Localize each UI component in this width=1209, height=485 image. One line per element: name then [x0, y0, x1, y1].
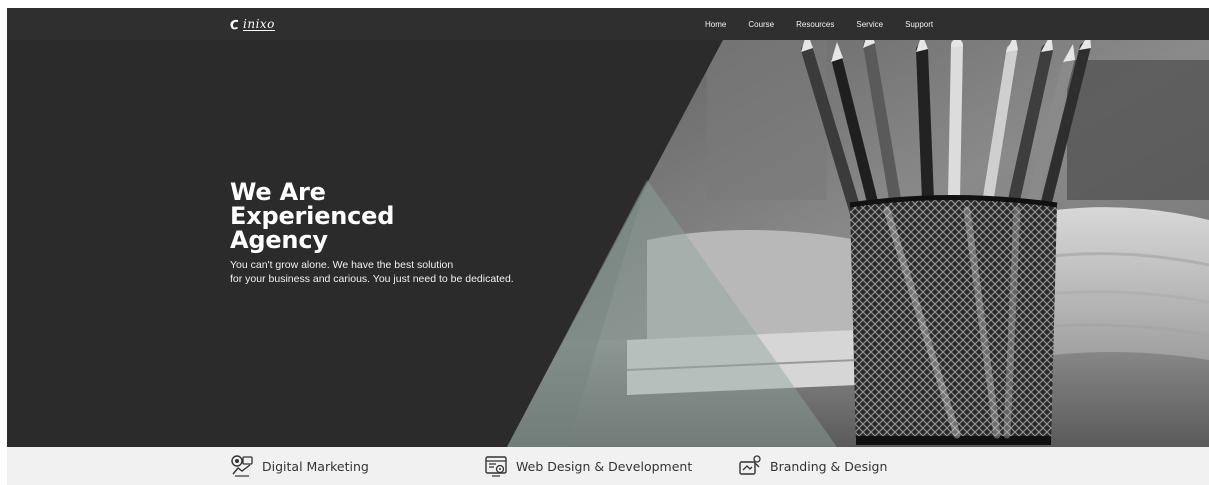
logo-mark-icon: [230, 19, 238, 29]
nav-service[interactable]: Service: [856, 20, 883, 29]
web-design-icon: [485, 456, 507, 477]
main-nav: Home Course Resources Service Support: [705, 8, 955, 40]
brand-logo[interactable]: inixo: [229, 14, 275, 34]
nav-home[interactable]: Home: [705, 20, 726, 29]
service-digital-marketing[interactable]: Digital Marketing: [230, 447, 369, 485]
hero-title: We Are Experienced Agency: [230, 180, 590, 252]
service-label: Branding & Design: [770, 458, 888, 474]
nav-course[interactable]: Course: [748, 20, 774, 29]
hero-section: We Are Experienced Agency You can't grow…: [7, 40, 1209, 447]
nav-resources[interactable]: Resources: [796, 20, 834, 29]
hero-description-line-2: for your business and carious. You just …: [230, 273, 514, 285]
hero-description-line-1: You can't grow alone. We have the best s…: [230, 259, 454, 271]
digital-marketing-icon: [231, 455, 253, 477]
hero-title-line-3: Agency: [230, 226, 328, 254]
hero-title-line-1: We Are: [230, 178, 326, 206]
service-web-design-development[interactable]: Web Design & Development: [484, 447, 692, 485]
service-label: Digital Marketing: [262, 458, 369, 474]
nav-support[interactable]: Support: [905, 20, 933, 29]
hero-description: You can't grow alone. We have the best s…: [230, 258, 590, 286]
hero-pencil-cup-photo: [507, 40, 1209, 447]
service-label: Web Design & Development: [516, 458, 693, 474]
hero-content: We Are Experienced Agency You can't grow…: [230, 180, 590, 286]
logo-text: inixo: [243, 17, 275, 31]
hero-title-line-2: Experienced: [230, 202, 395, 230]
branding-design-icon: [739, 455, 761, 475]
page-frame: inixo Home Course Resources Service Supp…: [7, 8, 1209, 485]
top-navbar: inixo Home Course Resources Service Supp…: [7, 8, 1209, 40]
service-branding-design[interactable]: Branding & Design: [738, 447, 887, 485]
services-strip: Digital Marketing Web Design & Developme…: [7, 447, 1209, 485]
